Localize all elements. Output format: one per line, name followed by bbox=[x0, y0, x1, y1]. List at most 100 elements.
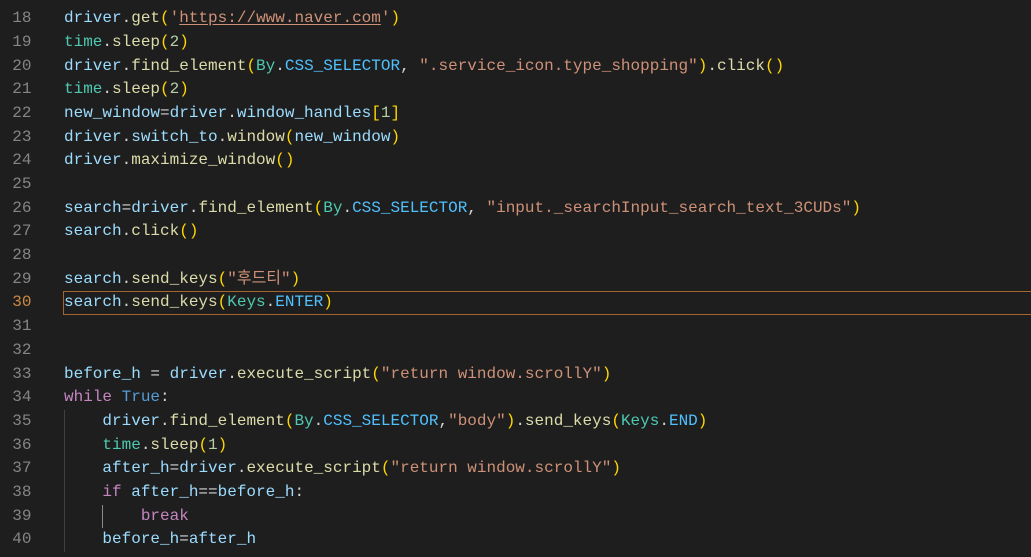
code-token[interactable]: ) bbox=[179, 80, 189, 98]
code-text[interactable]: driver.get('https://www.naver.com') bbox=[64, 7, 400, 31]
code-token[interactable]: ) bbox=[698, 412, 708, 430]
code-text[interactable]: before_h = driver.execute_script("return… bbox=[64, 363, 611, 387]
code-text[interactable]: while True: bbox=[64, 386, 170, 410]
code-line[interactable]: 23 driver.switch_to.window(new_window) bbox=[0, 126, 1031, 150]
code-token[interactable]: . bbox=[707, 57, 717, 75]
code-token[interactable]: click bbox=[131, 222, 179, 240]
code-token[interactable]: maximize_window bbox=[131, 151, 275, 169]
code-token[interactable]: before_h bbox=[64, 530, 179, 548]
code-token[interactable]: . bbox=[122, 222, 132, 240]
code-token[interactable]: Keys bbox=[621, 412, 659, 430]
code-token[interactable]: Keys bbox=[227, 293, 265, 311]
code-token[interactable]: ( bbox=[285, 412, 295, 430]
code-token[interactable]: . bbox=[342, 199, 352, 217]
code-token[interactable]: break bbox=[64, 507, 189, 525]
code-token[interactable]: search bbox=[64, 270, 122, 288]
code-token[interactable]: = bbox=[170, 459, 180, 477]
code-line[interactable]: 37 after_h=driver.execute_script("return… bbox=[0, 457, 1031, 481]
code-token[interactable]: ( bbox=[246, 57, 256, 75]
code-token[interactable]: driver bbox=[170, 365, 228, 383]
code-token[interactable]: ) bbox=[506, 412, 516, 430]
code-token[interactable]: CSS_SELECTOR bbox=[323, 412, 438, 430]
code-token[interactable]: driver bbox=[64, 57, 122, 75]
code-token[interactable]: : bbox=[160, 388, 170, 406]
code-token[interactable]: , bbox=[467, 199, 486, 217]
code-token[interactable]: ( bbox=[611, 412, 621, 430]
code-text[interactable]: search.click() bbox=[64, 220, 198, 244]
code-token[interactable]: driver bbox=[64, 412, 160, 430]
code-token[interactable]: window bbox=[227, 128, 285, 146]
code-text[interactable]: before_h=after_h bbox=[64, 528, 256, 552]
code-line[interactable]: 40 before_h=after_h bbox=[0, 528, 1031, 552]
code-text[interactable]: break bbox=[64, 505, 189, 529]
code-line[interactable]: 24 driver.maximize_window() bbox=[0, 149, 1031, 173]
code-token[interactable]: before_h bbox=[218, 483, 295, 501]
code-token[interactable]: . bbox=[515, 412, 525, 430]
code-token[interactable]: "body" bbox=[448, 412, 506, 430]
code-token[interactable]: search bbox=[64, 199, 122, 217]
code-token[interactable]: find_element bbox=[131, 57, 246, 75]
code-token[interactable]: search bbox=[64, 293, 122, 311]
code-token[interactable]: = bbox=[179, 530, 189, 548]
code-token[interactable]: . bbox=[141, 436, 151, 454]
code-text[interactable]: driver.find_element(By.CSS_SELECTOR, ".s… bbox=[64, 55, 784, 79]
code-token[interactable]: send_keys bbox=[131, 293, 217, 311]
code-link[interactable]: https://www.naver.com bbox=[179, 9, 381, 27]
code-token[interactable]: if bbox=[64, 483, 121, 501]
code-line[interactable]: 28 bbox=[0, 244, 1031, 268]
code-token[interactable]: sleep bbox=[112, 33, 160, 51]
code-token[interactable]: 1 bbox=[208, 436, 218, 454]
code-token[interactable]: ] bbox=[390, 104, 400, 122]
code-line[interactable]: 39 break bbox=[0, 504, 1031, 529]
code-token[interactable]: driver bbox=[64, 151, 122, 169]
code-token[interactable]: time bbox=[64, 80, 102, 98]
code-token[interactable]: execute_script bbox=[246, 459, 380, 477]
code-token[interactable]: window_handles bbox=[237, 104, 371, 122]
code-line[interactable]: 38 if after_h==before_h: bbox=[0, 480, 1031, 505]
code-token[interactable]: CSS_SELECTOR bbox=[352, 199, 467, 217]
code-token[interactable]: find_element bbox=[170, 412, 285, 430]
code-token[interactable]: = bbox=[122, 199, 132, 217]
code-token[interactable]: driver bbox=[170, 104, 228, 122]
code-token[interactable]: ( bbox=[371, 365, 381, 383]
code-line[interactable]: 36 time.sleep(1) bbox=[0, 433, 1031, 458]
code-token[interactable]: ) bbox=[698, 57, 708, 75]
code-line[interactable]: 20 driver.find_element(By.CSS_SELECTOR, "… bbox=[0, 55, 1031, 79]
code-token[interactable]: . bbox=[237, 459, 247, 477]
code-line[interactable]: 17 bbox=[0, 0, 1031, 7]
code-token[interactable]: . bbox=[122, 151, 132, 169]
code-token[interactable]: . bbox=[122, 270, 132, 288]
code-token[interactable]: . bbox=[314, 412, 324, 430]
code-editor[interactable]: 1718driver.get('https://www.naver.com')1… bbox=[0, 0, 1031, 557]
code-line[interactable]: 32 bbox=[0, 339, 1031, 363]
code-token[interactable]: ".service_icon.type_shopping" bbox=[419, 57, 697, 75]
code-line[interactable]: 30 search.send_keys(Keys.ENTER) bbox=[0, 291, 1031, 316]
code-token[interactable]: after_h bbox=[64, 459, 169, 477]
code-token[interactable]: . bbox=[122, 293, 132, 311]
code-token[interactable]: time bbox=[64, 33, 102, 51]
code-token[interactable]: True bbox=[112, 388, 160, 406]
code-token[interactable]: new_window bbox=[294, 128, 390, 146]
code-line[interactable]: 27 search.click() bbox=[0, 220, 1031, 244]
code-token[interactable]: ( bbox=[160, 33, 170, 51]
code-text[interactable]: time.sleep(2) bbox=[64, 78, 189, 102]
code-token[interactable]: = bbox=[141, 365, 170, 383]
code-token[interactable]: switch_to bbox=[131, 128, 217, 146]
code-token[interactable]: By bbox=[256, 57, 275, 75]
code-token[interactable]: ) bbox=[391, 9, 401, 27]
code-token[interactable]: 2 bbox=[170, 33, 180, 51]
code-token[interactable]: driver bbox=[64, 128, 122, 146]
code-text[interactable]: driver.maximize_window() bbox=[64, 149, 294, 173]
code-token[interactable]: ' bbox=[170, 9, 180, 27]
code-token[interactable]: while bbox=[64, 388, 112, 406]
code-token[interactable]: "후드티" bbox=[227, 270, 290, 288]
code-token[interactable]: search bbox=[64, 222, 122, 240]
code-token[interactable]: . bbox=[122, 9, 132, 27]
code-token[interactable]: , bbox=[438, 412, 448, 430]
code-token[interactable]: find_element bbox=[198, 199, 313, 217]
code-token[interactable]: "return window.scrollY" bbox=[390, 459, 611, 477]
code-token[interactable]: () bbox=[765, 57, 784, 75]
code-token[interactable]: "return window.scrollY" bbox=[381, 365, 602, 383]
code-token[interactable]: . bbox=[659, 412, 669, 430]
code-token[interactable]: new_window bbox=[64, 104, 160, 122]
